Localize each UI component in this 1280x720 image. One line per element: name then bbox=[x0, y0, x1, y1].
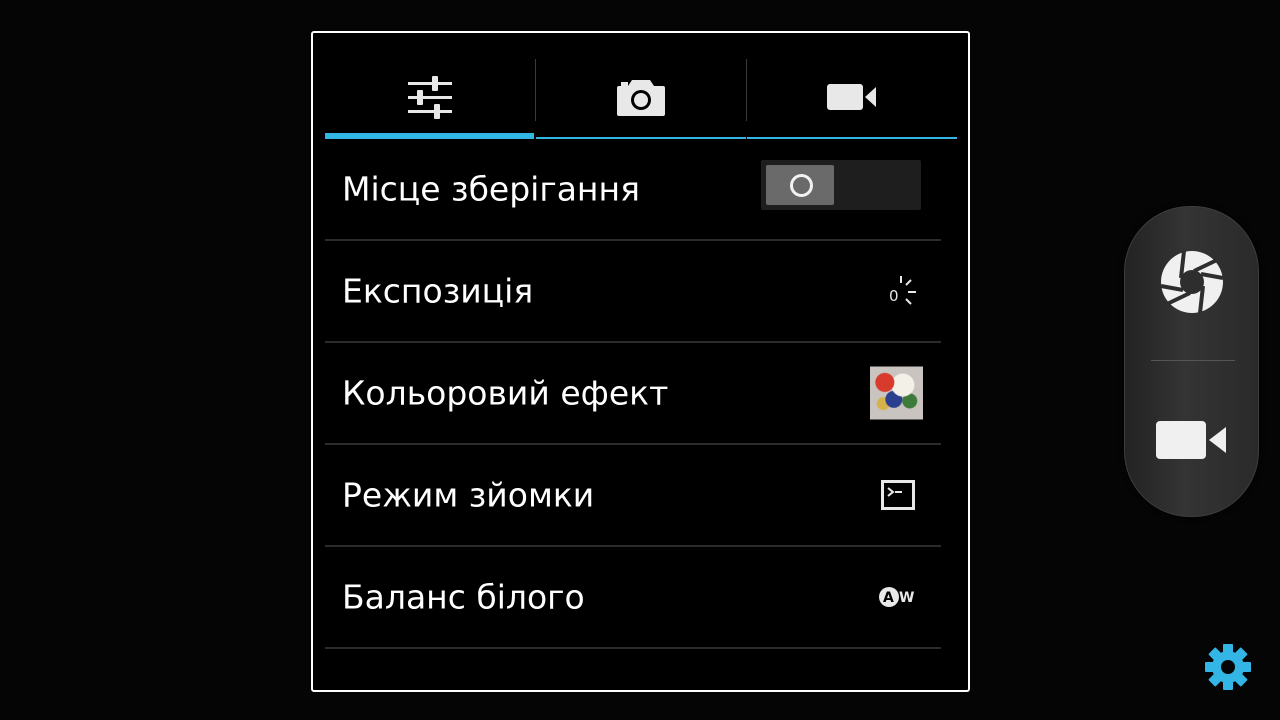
settings-tabs bbox=[325, 55, 957, 139]
gear-icon bbox=[1205, 644, 1251, 690]
camera-settings-dialog: Місце зберігання Експозиція 0 Кольоровий… bbox=[311, 31, 970, 692]
video-camera-icon bbox=[827, 84, 876, 110]
setting-storage-location[interactable]: Місце зберігання bbox=[325, 139, 941, 241]
setting-label: Баланс білого bbox=[342, 577, 585, 617]
tab-general-settings[interactable] bbox=[325, 55, 534, 139]
setting-white-balance[interactable]: Баланс білого A W bbox=[325, 547, 941, 649]
camera-icon bbox=[617, 80, 665, 116]
toggle-thumb bbox=[766, 165, 834, 205]
exposure-icon: 0 bbox=[889, 276, 916, 305]
storage-location-toggle[interactable] bbox=[761, 160, 921, 210]
video-camera-icon bbox=[1155, 421, 1226, 459]
color-effect-preview-image bbox=[870, 366, 923, 420]
tab-video-settings[interactable] bbox=[747, 55, 957, 139]
svg-text:W: W bbox=[899, 590, 914, 606]
setting-scene-mode[interactable]: Режим зйомки bbox=[325, 445, 941, 547]
photo-mode-button[interactable] bbox=[1125, 207, 1258, 357]
camera-mode-switcher bbox=[1124, 206, 1259, 517]
setting-label: Режим зйомки bbox=[342, 475, 595, 515]
tab-camera-settings[interactable] bbox=[536, 55, 746, 139]
shutter-icon bbox=[1160, 250, 1223, 314]
exposure-value: 0 bbox=[889, 287, 899, 305]
setting-color-effect[interactable]: Кольоровий ефект bbox=[325, 343, 941, 445]
settings-button[interactable] bbox=[1204, 643, 1252, 691]
settings-list: Місце зберігання Експозиція 0 Кольоровий… bbox=[325, 139, 941, 649]
setting-label: Кольоровий ефект bbox=[342, 373, 669, 413]
video-mode-button[interactable] bbox=[1125, 365, 1258, 515]
circle-icon bbox=[790, 174, 813, 197]
mode-divider bbox=[1151, 360, 1235, 361]
white-balance-auto-icon: A W bbox=[879, 587, 914, 607]
setting-label: Експозиція bbox=[342, 271, 534, 311]
scene-mode-icon bbox=[881, 480, 915, 510]
setting-label: Місце зберігання bbox=[342, 169, 640, 209]
settings-sliders-icon bbox=[407, 76, 452, 119]
svg-text:A: A bbox=[883, 590, 894, 606]
setting-exposure[interactable]: Експозиція 0 bbox=[325, 241, 941, 343]
